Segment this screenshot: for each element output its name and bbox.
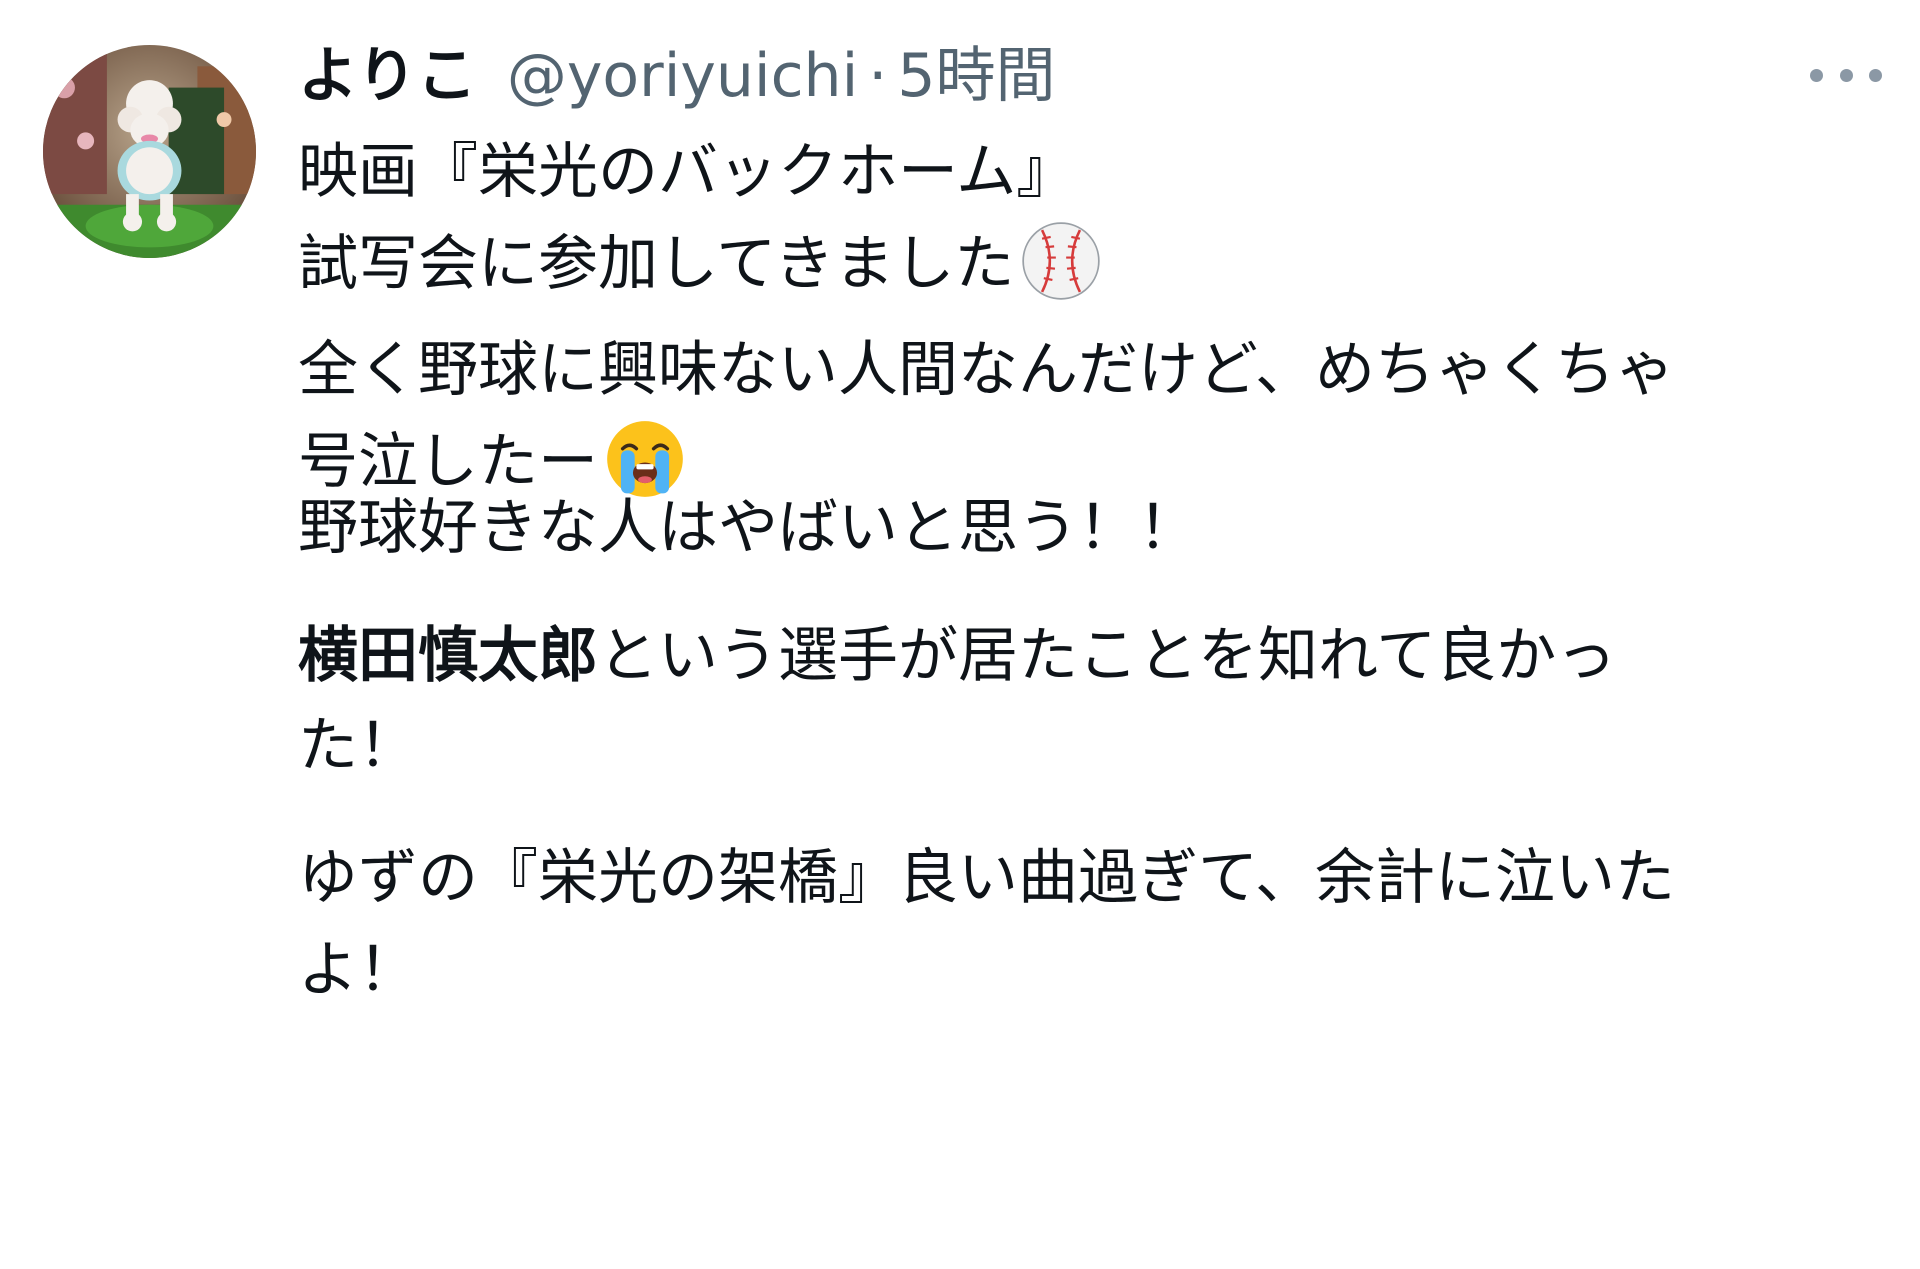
- separator-dot: ·: [868, 41, 888, 111]
- tweet-line: よ！: [298, 924, 418, 1016]
- tweet-line: 全く野球に興味ない人間なんだけど、めちゃくちゃ: [298, 324, 1675, 416]
- tweet-line: た！: [298, 700, 418, 792]
- avatar[interactable]: [43, 45, 256, 258]
- tweet-line: 試写会に参加してきました: [298, 218, 1104, 310]
- more-dot: [1839, 68, 1853, 82]
- timestamp[interactable]: 5時間: [897, 36, 1055, 116]
- tweet-line-text: 全く野球に興味ない人間なんだけど、めちゃくちゃ: [298, 335, 1675, 405]
- tweet-line-text: 試写会に参加してきました: [298, 229, 1015, 299]
- user-handle[interactable]: @yoriyuichi: [507, 36, 858, 116]
- tweet: よりこ @yoriyuichi · 5時間 映画『栄光のバックホーム』 試写会に…: [0, 0, 1920, 1269]
- tweet-line-text: ゆずの『栄光の架橋』良い曲過ぎて、余計に泣いた: [298, 843, 1675, 913]
- tweet-line-text: という選手が居たことを知れて良かっ: [598, 621, 1617, 691]
- tweet-line-text: よ！: [298, 935, 418, 1005]
- tweet-header: よりこ @yoriyuichi · 5時間: [298, 36, 1056, 116]
- tweet-line: 横田慎太郎という選手が居たことを知れて良かっ: [298, 610, 1616, 702]
- tweet-line-text: た！: [298, 711, 418, 781]
- more-dot: [1869, 68, 1882, 82]
- bold-player-name: 横田慎太郎: [298, 621, 598, 691]
- tweet-line: 映画『栄光のバックホーム』: [298, 126, 1076, 218]
- tweet-line: ゆずの『栄光の架橋』良い曲過ぎて、余計に泣いた: [298, 832, 1675, 924]
- display-name[interactable]: よりこ: [298, 36, 477, 116]
- more-dot: [1810, 68, 1823, 82]
- tweet-line: 野球好きな人はやばいと思う！！: [298, 482, 1198, 574]
- tweet-line-text: 野球好きな人はやばいと思う！！: [298, 493, 1198, 563]
- tweet-line-text: 映画『栄光のバックホーム』: [298, 137, 1077, 207]
- more-horizontal-icon[interactable]: [1810, 62, 1882, 88]
- poodle-avatar-image: [43, 45, 256, 258]
- baseball-emoji: [1018, 218, 1104, 304]
